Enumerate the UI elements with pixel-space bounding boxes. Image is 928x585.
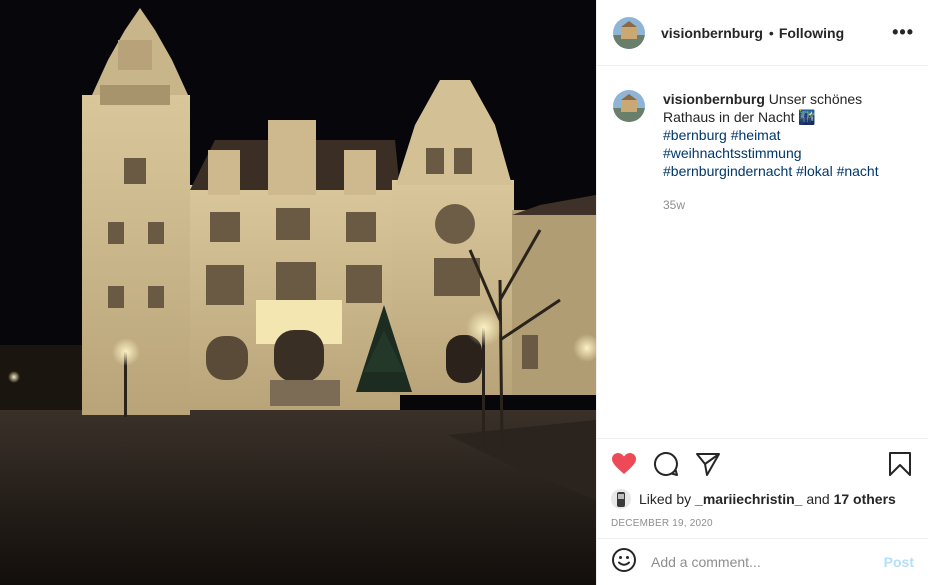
hashtags-line-1[interactable]: #bernburg #heimat [663, 126, 893, 144]
caption: visionbernburg Unser schönes Rathaus in … [613, 90, 912, 180]
emoji-icon[interactable] [611, 547, 637, 578]
share-icon[interactable] [695, 451, 721, 477]
caption-username[interactable]: visionbernburg [663, 91, 765, 107]
caption-age[interactable]: 35w [663, 198, 912, 212]
comment-input[interactable]: Add a comment... [651, 554, 761, 570]
night-city-emoji: 🌃 [798, 109, 816, 125]
post-actions: Liked by _mariiechristin_ and 17 others … [597, 438, 928, 529]
bookmark-icon[interactable] [888, 451, 912, 477]
share-icon-shape [696, 453, 720, 476]
post-date[interactable]: DECEMBER 19, 2020 [611, 518, 914, 529]
heart-icon-shape [612, 453, 636, 474]
post-side-panel: visionbernburg • Following ••• visionber… [596, 0, 928, 585]
instagram-post: visionbernburg • Following ••• visionber… [0, 0, 928, 585]
avatar-image-icon [613, 16, 645, 49]
caption-text-block: visionbernburg Unser schönes Rathaus in … [663, 90, 893, 180]
comments-section: visionbernburg Unser schönes Rathaus in … [597, 66, 928, 438]
bookmark-icon-shape [889, 452, 911, 476]
heart-icon[interactable] [611, 452, 637, 476]
smiley-icon-shape [612, 547, 636, 572]
liked-by-row: Liked by _mariiechristin_ and 17 others [611, 489, 914, 509]
hashtags-line-2[interactable]: #weihnachtsstimmung [663, 144, 893, 162]
caption-avatar[interactable] [613, 90, 645, 122]
add-comment-bar: Add a comment... Post [597, 538, 928, 585]
post-button[interactable]: Post [884, 554, 914, 570]
header-separator: • [768, 24, 774, 41]
town-hall-night-photo [0, 0, 596, 585]
header-username[interactable]: visionbernburg [661, 25, 763, 41]
following-button[interactable]: Following [779, 25, 844, 41]
post-photo[interactable] [0, 0, 596, 585]
action-icons [611, 449, 914, 479]
liked-by-others[interactable]: 17 others [834, 491, 896, 507]
liked-by-and: and [806, 491, 830, 507]
hashtags-line-3[interactable]: #bernburgindernacht #lokal #nacht [663, 162, 893, 180]
avatar-image-icon [613, 90, 645, 122]
liked-by-prefix: Liked by [639, 491, 692, 507]
comment-icon-shape [654, 451, 678, 476]
liker-avatar-icon [611, 489, 631, 509]
more-options-icon[interactable]: ••• [892, 22, 914, 43]
liked-by-user[interactable]: _mariiechristin_ [695, 491, 802, 507]
avatar[interactable] [613, 16, 645, 49]
comment-icon[interactable] [653, 451, 679, 477]
liker-avatar[interactable] [611, 489, 631, 509]
post-header: visionbernburg • Following ••• [597, 0, 928, 66]
